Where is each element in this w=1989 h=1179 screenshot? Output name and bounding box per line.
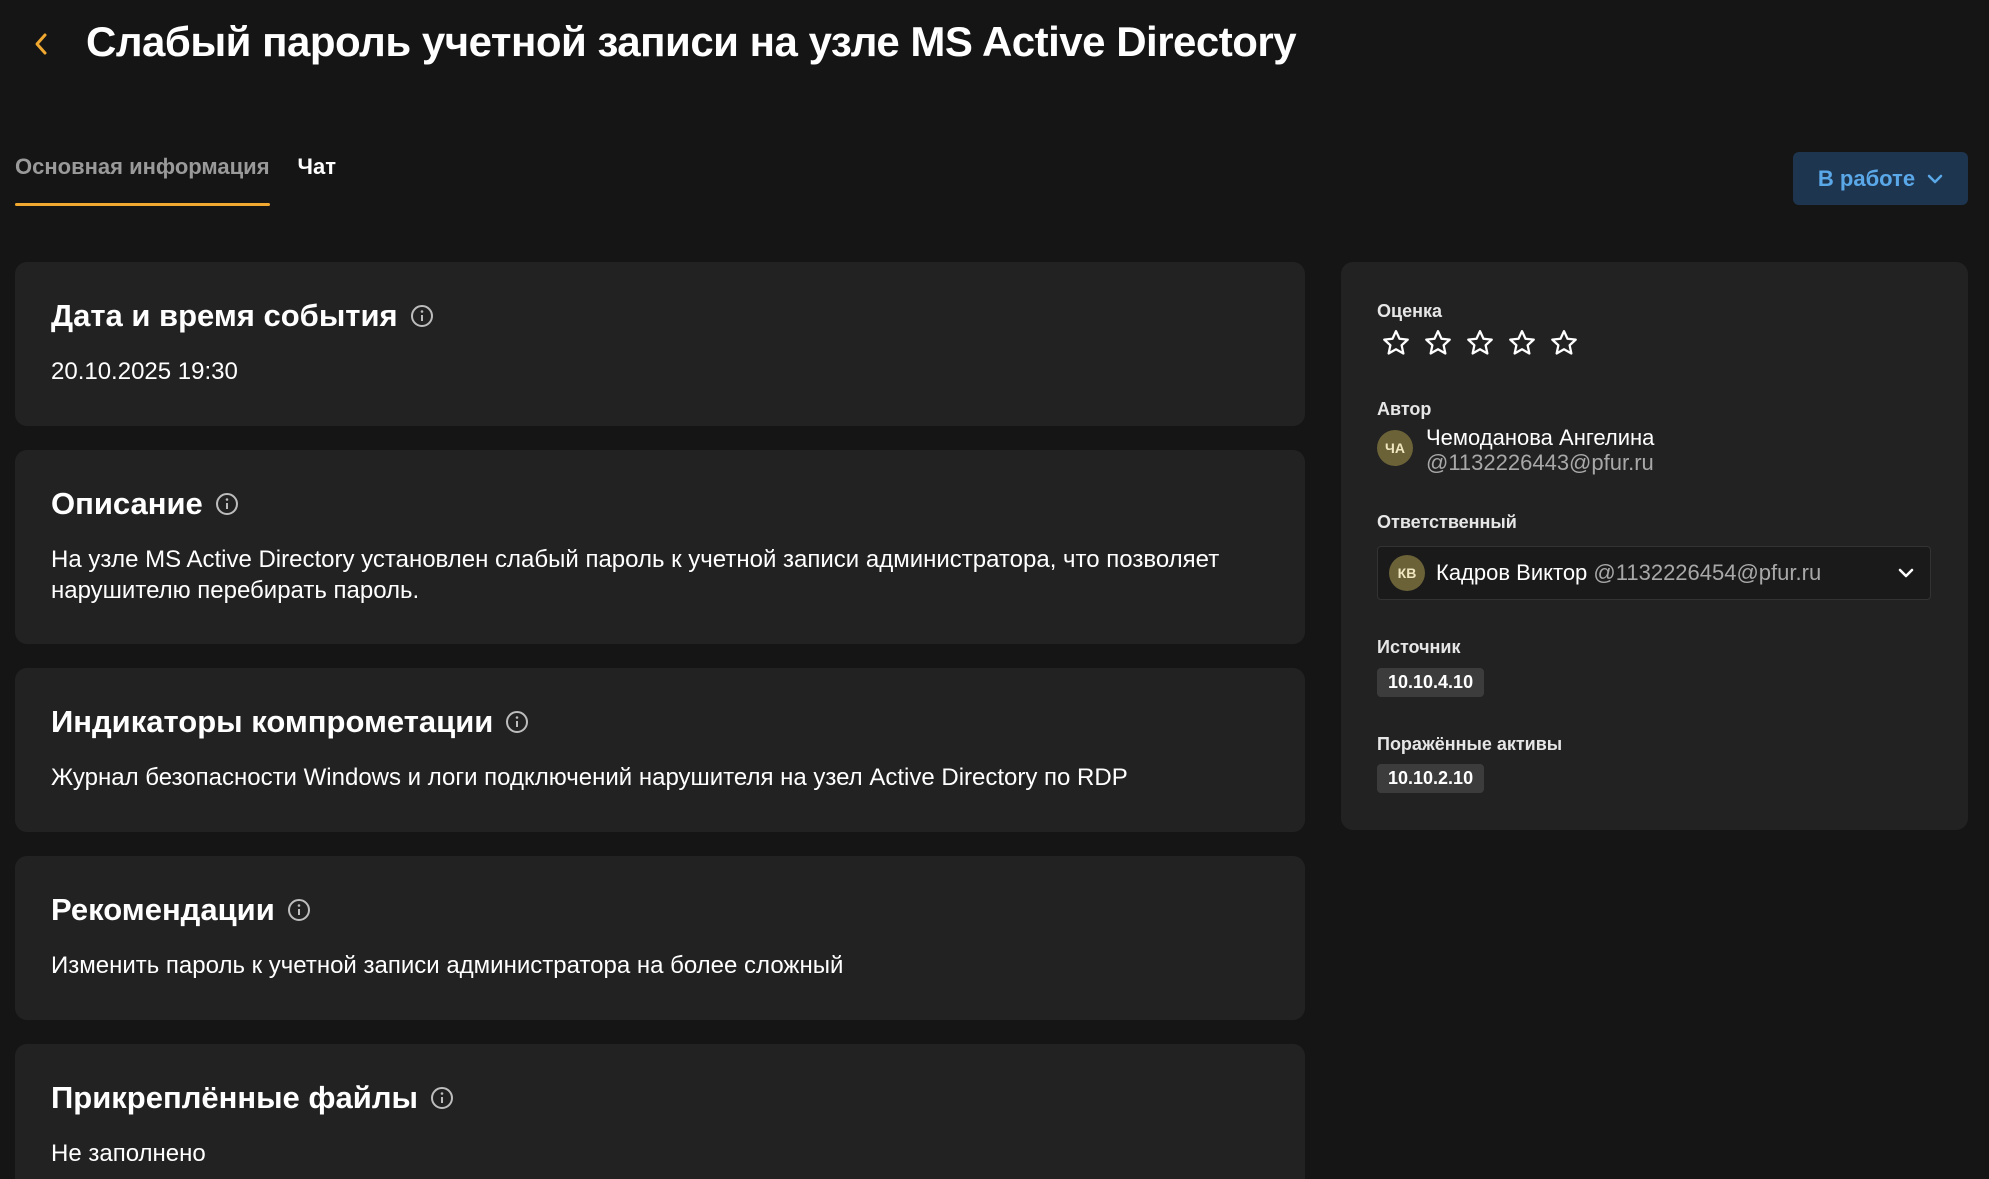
star-icon[interactable] <box>1507 328 1537 358</box>
card-description: Описание На узле MS Active Directory уст… <box>15 450 1305 644</box>
info-icon[interactable] <box>287 898 311 922</box>
author-name: Чемоданова Ангелина <box>1426 425 1655 450</box>
status-dropdown-button[interactable]: В работе <box>1793 152 1968 205</box>
info-icon[interactable] <box>410 304 434 328</box>
page-header: Слабый пароль учетной записи на узле MS … <box>0 0 1989 96</box>
tab-chat[interactable]: Чат <box>298 140 336 204</box>
card-attachments: Прикреплённые файлы Не заполнено <box>15 1044 1305 1179</box>
recommendations-value: Изменить пароль к учетной записи админис… <box>51 952 844 979</box>
assignee-value: Кадров Виктор @1132226454@pfur.ru <box>1436 560 1821 586</box>
star-icon[interactable] <box>1381 328 1411 358</box>
info-icon[interactable] <box>430 1086 454 1110</box>
tab-main-info[interactable]: Основная информация <box>15 140 270 206</box>
author-avatar: ЧА <box>1377 430 1413 466</box>
star-icon[interactable] <box>1549 328 1579 358</box>
status-label: В работе <box>1817 165 1916 191</box>
datetime-title: Дата и время события <box>51 298 398 333</box>
affected-assets-label: Поражённые активы <box>1377 734 1563 754</box>
back-button[interactable] <box>26 26 56 62</box>
attachments-title: Прикреплённые файлы <box>51 1080 418 1115</box>
recommendations-title: Рекомендации <box>51 892 275 927</box>
card-title: Описание <box>51 486 239 522</box>
assignee-avatar: КВ <box>1389 555 1425 591</box>
card-title: Рекомендации <box>51 892 311 928</box>
page-title: Слабый пароль учетной записи на узле MS … <box>86 18 1297 65</box>
info-icon[interactable] <box>215 492 239 516</box>
card-title: Индикаторы компрометации <box>51 704 529 740</box>
rating-stars <box>1381 328 1579 358</box>
card-indicators: Индикаторы компрометации Журнал безопасн… <box>15 668 1305 832</box>
indicators-title: Индикаторы компрометации <box>51 704 494 739</box>
chevron-left-icon <box>35 33 47 55</box>
card-event-datetime: Дата и время события 20.10.2025 19:30 <box>15 262 1305 426</box>
assignee-select[interactable]: КВ Кадров Виктор @1132226454@pfur.ru <box>1377 546 1931 600</box>
incident-page: Слабый пароль учетной записи на узле MS … <box>0 0 1989 1179</box>
info-icon[interactable] <box>505 710 529 734</box>
author-email: @1132226443@pfur.ru <box>1426 450 1654 475</box>
indicators-value: Журнал безопасности Windows и логи подкл… <box>51 764 1128 791</box>
description-value: На узле MS Active Directory установлен с… <box>51 546 1220 604</box>
assignee-name: Кадров Виктор <box>1436 560 1588 585</box>
source-chip: 10.10.4.10 <box>1377 668 1485 697</box>
rating-label: Оценка <box>1377 301 1442 321</box>
assignee-label: Ответственный <box>1377 512 1517 532</box>
description-title: Описание <box>51 486 203 521</box>
card-title: Дата и время события <box>51 298 434 334</box>
star-icon[interactable] <box>1423 328 1453 358</box>
star-icon[interactable] <box>1465 328 1495 358</box>
datetime-value: 20.10.2025 19:30 <box>51 358 238 385</box>
details-sidebar: Оценка Автор ЧА Чемоданова Ангелина @113… <box>1341 262 1968 830</box>
source-label: Источник <box>1377 637 1461 657</box>
chevron-down-icon <box>1898 568 1914 578</box>
affected-asset-chip: 10.10.2.10 <box>1377 764 1485 793</box>
author-label: Автор <box>1377 399 1432 419</box>
attachments-value: Не заполнено <box>51 1140 206 1167</box>
assignee-email: @1132226454@pfur.ru <box>1593 560 1822 585</box>
tab-bar: Основная информация Чат <box>15 140 336 206</box>
chevron-down-icon <box>1927 174 1943 183</box>
card-title: Прикреплённые файлы <box>51 1080 454 1116</box>
card-recommendations: Рекомендации Изменить пароль к учетной з… <box>15 856 1305 1020</box>
